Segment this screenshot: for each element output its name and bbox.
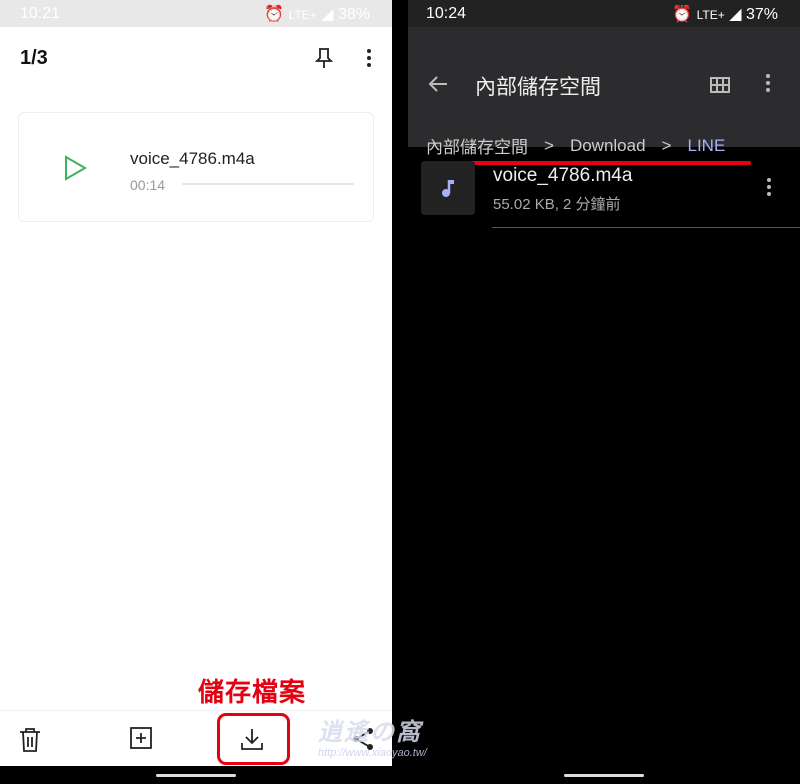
signal-icon: ◢ bbox=[321, 5, 334, 23]
alarm-icon: ⏰ bbox=[264, 5, 285, 23]
back-arrow-icon[interactable] bbox=[428, 75, 448, 93]
duration: 00:14 bbox=[130, 177, 166, 193]
status-bar: 10:21 ⏰ LTE+ ◢ 38% bbox=[0, 0, 392, 27]
breadcrumb: 內部儲存空間 > Download > LINE bbox=[426, 133, 725, 158]
left-screen: 10:21 ⏰ LTE+ ◢ 38% 1/3 voice_4786.m4a 00… bbox=[0, 0, 392, 784]
status-time: 10:24 bbox=[426, 4, 467, 22]
playback-progress[interactable] bbox=[182, 183, 354, 185]
add-box-icon[interactable] bbox=[130, 727, 152, 749]
breadcrumb-item-current[interactable]: LINE bbox=[687, 136, 725, 156]
app-bar: 內部儲存空間 內部儲存空間 > Download > LINE bbox=[408, 27, 800, 165]
highlight-box bbox=[217, 713, 290, 765]
divider bbox=[492, 227, 800, 228]
app-bar-title: 內部儲存空間 bbox=[475, 76, 601, 99]
alarm-icon: ⏰ bbox=[672, 5, 693, 23]
battery-level: 37% bbox=[745, 5, 778, 23]
grid-view-icon[interactable] bbox=[710, 77, 730, 93]
breadcrumb-item[interactable]: 內部儲存空間 bbox=[426, 133, 528, 158]
network-label: LTE+ bbox=[696, 7, 725, 22]
status-bar: 10:24 ⏰ LTE+ ◢ 37% bbox=[408, 0, 800, 27]
play-icon[interactable] bbox=[63, 155, 87, 181]
home-gesture-bar[interactable] bbox=[564, 774, 644, 777]
signal-icon: ◢ bbox=[729, 5, 742, 23]
breadcrumb-item[interactable]: Download bbox=[570, 136, 646, 156]
more-vert-icon[interactable] bbox=[765, 73, 771, 93]
page-counter: 1/3 bbox=[20, 46, 48, 69]
watermark-logo: 逍遙の窩 http://www.xiaoyao.tw/ bbox=[318, 719, 427, 759]
home-gesture-bar[interactable] bbox=[156, 774, 236, 777]
chevron-right-icon: > bbox=[544, 135, 554, 155]
battery-level: 38% bbox=[337, 5, 370, 23]
header: 1/3 bbox=[0, 27, 392, 89]
voice-message-card[interactable]: voice_4786.m4a 00:14 bbox=[18, 112, 374, 222]
pin-icon[interactable] bbox=[314, 47, 334, 69]
right-screen: 10:24 ⏰ LTE+ ◢ 37% 內部儲存空間 內部儲存空間 > Downl… bbox=[408, 0, 800, 784]
annotation-label: 儲存檔案 bbox=[198, 677, 307, 707]
network-label: LTE+ bbox=[288, 7, 317, 22]
navigation-bar bbox=[0, 766, 392, 784]
file-name: voice_4786.m4a bbox=[130, 149, 255, 168]
music-note-icon bbox=[442, 180, 454, 197]
file-meta: 55.02 KB, 2 分鐘前 bbox=[493, 196, 621, 213]
status-time: 10:21 bbox=[20, 4, 61, 22]
file-list-item[interactable]: voice_4786.m4a 55.02 KB, 2 分鐘前 bbox=[421, 161, 800, 228]
more-vert-icon[interactable] bbox=[766, 177, 772, 197]
chevron-right-icon: > bbox=[661, 135, 672, 155]
file-name: voice_4786.m4a bbox=[493, 165, 633, 186]
more-vert-icon[interactable] bbox=[366, 48, 372, 68]
trash-icon[interactable] bbox=[18, 727, 42, 753]
